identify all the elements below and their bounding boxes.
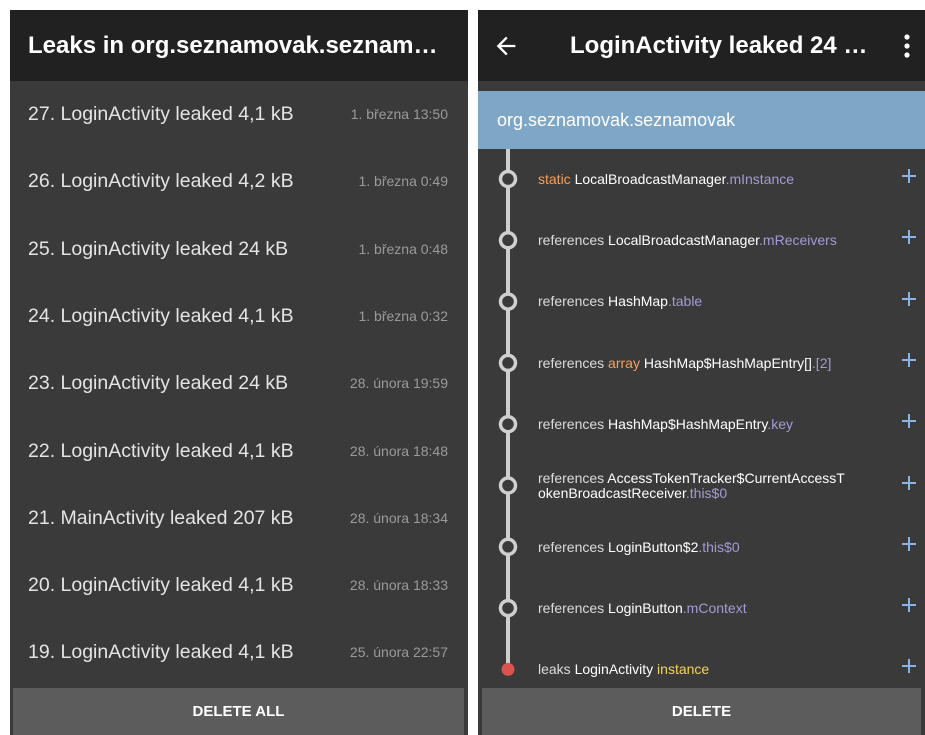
trace-reference-row[interactable]: references LoginButton$2.this$0 — [478, 517, 925, 578]
trace-token: .mContext — [682, 599, 747, 616]
trace-token: references — [538, 599, 609, 616]
trace-token: references — [538, 538, 609, 555]
trace-token: .[2] — [811, 354, 832, 371]
plus-icon[interactable] — [901, 413, 917, 429]
plus-icon[interactable] — [901, 168, 917, 184]
trace-token: static — [538, 170, 575, 187]
leak-item-title: 25. LoginActivity leaked 24 kB — [28, 237, 289, 260]
leak-item-time: 1. března 13:50 — [350, 106, 448, 122]
trace-row-text-content: references LoginButton$2.this$0 — [538, 538, 740, 555]
trace-row-text: references HashMap.table — [538, 272, 877, 333]
plus-icon[interactable] — [901, 597, 917, 613]
leak-item-time: 1. března 0:32 — [358, 307, 448, 324]
leak-item-title: 23. LoginActivity leaked 24 kB — [28, 372, 289, 395]
leak-list-item[interactable]: 19. LoginActivity leaked 4,1 kB 25. února… — [10, 619, 468, 686]
trace-token: references — [538, 232, 609, 249]
leaks-app-bar: Leaks in org.seznamovak.seznam… — [10, 10, 468, 81]
leak-item-time: 25. února 22:57 — [349, 644, 448, 661]
trace-token: .this$0 — [698, 538, 740, 555]
leak-item-title: 21. MainActivity leaked 207 kB — [28, 506, 294, 529]
leak-item-time: 28. února 19:59 — [349, 375, 448, 392]
plus-icon[interactable] — [901, 291, 917, 307]
trace-reference-row[interactable]: references HashMap$HashMapEntry.key — [478, 394, 925, 455]
trace-row-text-content: references AccessTokenTracker$CurrentAcc… — [538, 469, 845, 502]
trace-token: HashMap$HashMapEntry — [608, 415, 768, 432]
leak-list-item[interactable]: 24. LoginActivity leaked 4,1 kB 1. března… — [10, 283, 468, 350]
leak-list-item[interactable]: 21. MainActivity leaked 207 kB 28. února … — [10, 485, 468, 552]
leaks-list-screen: Leaks in org.seznamovak.seznam… 27. Logi… — [10, 10, 468, 735]
plus-icon[interactable] — [901, 229, 917, 245]
trace-token: .mInstance — [725, 170, 795, 187]
trace-row-text-content: leaks LoginActivity instance — [538, 661, 710, 678]
leak-item-title: 20. LoginActivity leaked 4,1 kB — [28, 574, 294, 597]
trace-token: references — [538, 354, 609, 371]
leak-item-title: 24. LoginActivity leaked 4,1 kB — [28, 304, 294, 327]
trace-token: array — [608, 354, 644, 371]
trace-token: HashMap — [608, 293, 668, 310]
trace-row-text: references LocalBroadcastManager.mReceiv… — [538, 210, 877, 271]
leak-list-item[interactable]: 20. LoginActivity leaked 4,1 kB 28. února… — [10, 552, 468, 619]
leak-list-item[interactable]: 26. LoginActivity leaked 4,2 kB 1. března… — [10, 148, 468, 215]
trace-reference-row[interactable]: static LocalBroadcastManager.mInstance — [478, 149, 925, 210]
plus-icon[interactable] — [901, 658, 917, 674]
leak-item-title: 19. LoginActivity leaked 4,1 kB — [28, 641, 294, 664]
leak-list-item[interactable]: 22. LoginActivity leaked 4,1 kB 28. února… — [10, 418, 468, 485]
trace-row-text-content: static LocalBroadcastManager.mInstance — [538, 170, 795, 187]
trace-row-text: references LoginButton$2.this$0 — [538, 517, 877, 578]
trace-row-text-content: references array HashMap$HashMapEntry[].… — [538, 354, 832, 371]
plus-icon[interactable] — [901, 536, 917, 552]
trace-row-text-content: references LoginButton.mContext — [538, 599, 747, 616]
trace-row-text: references LoginButton.mContext — [538, 578, 877, 639]
leak-item-time: 1. března 0:48 — [358, 240, 448, 257]
trace-row-text-content: references LocalBroadcastManager.mReceiv… — [538, 232, 837, 249]
trace-row-text-content: references HashMap$HashMapEntry.key — [538, 415, 793, 432]
plus-icon[interactable] — [901, 352, 917, 368]
trace-reference-row[interactable]: references array HashMap$HashMapEntry[].… — [478, 333, 925, 394]
leak-item-title: 27. LoginActivity leaked 4,1 kB — [28, 103, 294, 125]
trace-token: HashMap$HashMapEntry[] — [643, 354, 812, 371]
trace-row-text-content: references HashMap.table — [538, 294, 702, 309]
trace-token: .this$0 — [685, 485, 728, 501]
trace-token: LocalBroadcastManager — [574, 170, 726, 187]
leak-item-time: 28. února 18:34 — [349, 509, 448, 526]
leak-list-item[interactable]: 27. LoginActivity leaked 4,1 kB 1. března… — [10, 81, 468, 148]
delete-button[interactable]: DELETE — [482, 688, 921, 735]
trace-reference-row[interactable]: references AccessTokenTracker$CurrentAcc… — [478, 456, 925, 517]
leaks-title: Leaks in org.seznamovak.seznam… — [28, 32, 438, 59]
leak-item-time: 28. února 18:48 — [349, 442, 448, 459]
leak-item-title: 26. LoginActivity leaked 4,2 kB — [28, 170, 294, 193]
trace-token: .mReceivers — [759, 232, 837, 249]
trace-reference-row[interactable]: references LocalBroadcastManager.mReceiv… — [478, 210, 925, 271]
trace-reference-row[interactable]: references LoginButton.mContext — [478, 578, 925, 639]
trace-token: .table — [667, 293, 703, 310]
trace-token: LoginButton — [608, 599, 683, 616]
plus-icon[interactable] — [901, 475, 917, 491]
trace-row-text: static LocalBroadcastManager.mInstance — [538, 149, 877, 210]
trace-token: LocalBroadcastManager — [608, 232, 760, 249]
trace-row-text: references array HashMap$HashMapEntry[].… — [538, 333, 877, 394]
leak-list-item[interactable]: 23. LoginActivity leaked 24 kB 28. února … — [10, 350, 468, 417]
trace-token: references — [538, 415, 609, 432]
leak-list-item[interactable]: 25. LoginActivity leaked 24 kB 1. března … — [10, 216, 468, 283]
leak-detail-screen: LoginActivity leaked 24 kB org.seznamova… — [478, 10, 925, 735]
trace-token: references — [538, 293, 609, 310]
trace-token: instance — [653, 661, 710, 678]
trace-token: LoginButton$2 — [608, 538, 699, 555]
trace-token: references — [538, 469, 608, 486]
leak-item-title: 22. LoginActivity leaked 4,1 kB — [28, 439, 294, 462]
trace-token: leaks — [538, 661, 575, 678]
trace-reference-row[interactable]: references HashMap.table — [478, 272, 925, 333]
trace-token: LoginActivity — [574, 661, 654, 678]
delete-all-button[interactable]: DELETE ALL — [13, 688, 464, 735]
trace-token: .key — [767, 415, 793, 432]
leak-item-time: 28. února 18:33 — [349, 577, 448, 594]
trace-row-text: references HashMap$HashMapEntry.key — [538, 394, 877, 455]
trace-row-text: references AccessTokenTracker$CurrentAcc… — [538, 456, 877, 517]
leak-item-time: 1. března 0:49 — [358, 173, 448, 190]
